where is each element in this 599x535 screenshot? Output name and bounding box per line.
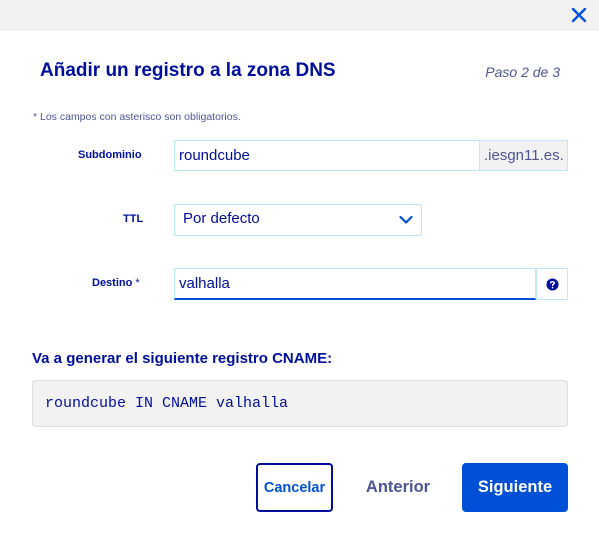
subdomain-suffix: .iesgn11.es. (480, 140, 568, 171)
required-fields-note: * Los campos con asterisco son obligator… (33, 111, 241, 123)
record-preview: roundcube IN CNAME valhalla (32, 380, 568, 427)
ttl-label: TTL (123, 213, 144, 225)
step-indicator: Paso 2 de 3 (485, 64, 560, 80)
target-label: Destino * (92, 277, 140, 289)
subdomain-input[interactable]: roundcube (174, 140, 480, 171)
ttl-select[interactable]: Por defecto (174, 204, 422, 236)
close-icon[interactable] (569, 5, 589, 25)
next-button[interactable]: Siguiente (462, 463, 568, 512)
required-asterisk: * (135, 277, 140, 289)
preview-label: Va a generar el siguiente registro CNAME… (32, 350, 333, 367)
previous-button[interactable]: Anterior (356, 463, 440, 512)
help-button[interactable] (536, 268, 568, 300)
ttl-selected-value: Por defecto (183, 210, 260, 227)
cancel-button[interactable]: Cancelar (256, 463, 333, 512)
chevron-down-icon (399, 215, 413, 225)
dialog-title: Añadir un registro a la zona DNS (40, 60, 336, 81)
target-label-text: Destino (92, 277, 133, 289)
target-input[interactable]: valhalla (174, 268, 536, 300)
subdomain-label: Subdominio (78, 149, 142, 161)
dialog-header-bar (0, 0, 599, 30)
question-circle-icon (545, 277, 559, 291)
